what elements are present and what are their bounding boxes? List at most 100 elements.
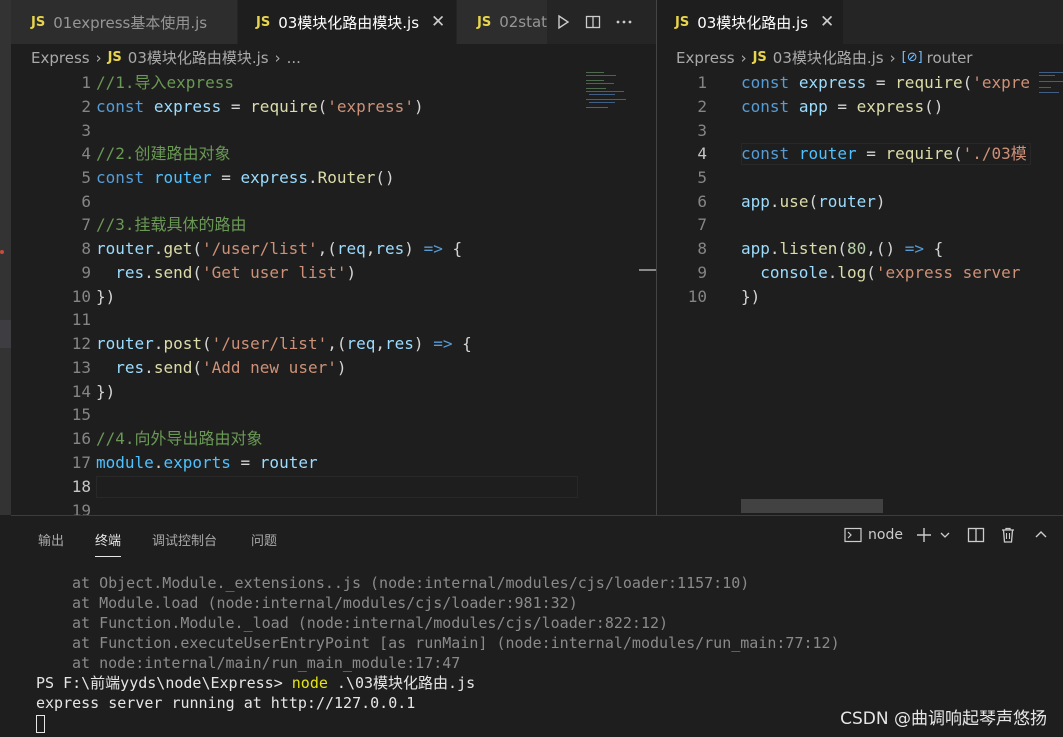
line-number: 5	[81, 168, 91, 187]
terminal-command: node	[291, 674, 328, 692]
code-line: router.get('/user/list',(req,res) => {	[96, 239, 463, 258]
variable-symbol-icon: [⊘]	[901, 50, 923, 65]
tab-label: 03模块化路由.js	[697, 13, 809, 32]
code-comment: //3.挂载具体的路由	[96, 215, 247, 234]
chevron-right-icon: ›	[889, 48, 896, 67]
terminal-line: at Function.Module._load (node:internal/…	[72, 614, 669, 632]
terminal-output: express server running at http://127.0.0…	[36, 694, 416, 712]
left-tab-bar: JS 01express基本使用.js JS 03模块化路由模块.js ✕ JS…	[11, 0, 656, 44]
js-file-icon: JS	[477, 14, 492, 30]
breadcrumb-more[interactable]: ...	[287, 49, 301, 67]
code-line: res.send('Get user list')	[115, 263, 357, 282]
line-number: 17	[71, 453, 91, 472]
terminal-icon	[844, 527, 862, 543]
add-terminal-icon[interactable]	[915, 526, 933, 544]
tab-02stat[interactable]: JS 02stat	[457, 0, 557, 44]
chevron-down-icon[interactable]	[939, 529, 951, 541]
line-number: 4	[697, 144, 707, 163]
right-breadcrumb: Express › JS 03模块化路由.js › [⊘] router	[657, 44, 1063, 71]
activity-bar	[0, 0, 11, 515]
js-file-icon: JS	[752, 50, 767, 65]
code-comment: //4.向外导出路由对象	[96, 429, 263, 448]
js-file-icon: JS	[256, 14, 271, 30]
code-line: })	[741, 287, 761, 306]
line-number: 9	[81, 263, 91, 282]
line-number: 1	[697, 73, 707, 92]
line-number: 16	[71, 429, 91, 448]
shell-label: node	[868, 527, 903, 543]
horizontal-scrollbar[interactable]	[741, 499, 883, 513]
line-number: 1	[81, 73, 91, 92]
minimap[interactable]	[1039, 71, 1063, 96]
panel-tab-problems[interactable]: 问题	[251, 530, 277, 549]
line-number: 15	[71, 405, 91, 424]
watermark: CSDN @曲调响起琴声悠扬	[840, 709, 1047, 729]
split-terminal-icon[interactable]	[967, 526, 985, 544]
chevron-up-icon[interactable]	[1033, 527, 1049, 543]
minimap[interactable]	[586, 71, 641, 111]
terminal-input[interactable]	[36, 713, 45, 733]
line-number: 2	[81, 97, 91, 116]
terminal-line: at node:internal/main/run_main_module:17…	[72, 654, 461, 672]
code-comment: //1.导入express	[96, 73, 234, 92]
line-number: 6	[697, 192, 707, 211]
line-number: 3	[81, 121, 91, 140]
line-number: 10	[687, 287, 707, 306]
tab-label: 03模块化路由模块.js	[278, 13, 420, 32]
right-tab-bar: JS 03模块化路由.js ✕	[657, 0, 1063, 44]
close-icon[interactable]: ✕	[431, 12, 445, 32]
split-editor-icon[interactable]	[585, 14, 601, 30]
js-file-icon: JS	[31, 14, 46, 30]
run-icon[interactable]	[555, 14, 571, 30]
chevron-right-icon: ›	[274, 48, 281, 67]
code-line: const express = require('express')	[96, 97, 424, 116]
tab-01express[interactable]: JS 01express基本使用.js	[11, 0, 237, 44]
breadcrumb-file[interactable]: 03模块化路由.js	[773, 47, 884, 68]
code-line: })	[96, 287, 116, 306]
terminal-line: at Object.Module._extensions..js (node:i…	[72, 574, 750, 592]
line-number: 19	[71, 501, 91, 515]
code-line: app.listen(80,() => {	[741, 239, 944, 258]
tab-03-router[interactable]: JS 03模块化路由.js ✕	[657, 0, 843, 44]
terminal-cursor	[36, 714, 45, 733]
line-number: 8	[697, 239, 707, 258]
line-number: 3	[697, 121, 707, 140]
code-line: const express = require('expre	[741, 73, 1031, 92]
terminal-command-arg: .\03模块化路由.js	[327, 674, 476, 692]
chevron-right-icon: ›	[95, 48, 102, 67]
more-actions-icon[interactable]	[615, 14, 633, 30]
trash-icon[interactable]	[999, 526, 1017, 544]
line-number: 11	[71, 310, 91, 329]
breadcrumb-file[interactable]: 03模块化路由模块.js	[128, 47, 269, 68]
terminal-prompt: PS F:\前端yyds\node\Express>	[36, 674, 292, 692]
breadcrumb-folder[interactable]: Express	[31, 49, 90, 67]
terminal-toolbar: node	[844, 526, 1049, 544]
panel-tab-debug-console[interactable]: 调试控制台	[152, 530, 217, 549]
close-icon[interactable]: ✕	[820, 12, 834, 32]
terminal-shell-selector[interactable]: node	[844, 527, 903, 543]
activity-item[interactable]	[0, 320, 11, 348]
line-number: 10	[71, 287, 91, 306]
right-code-editor[interactable]: 1 const express = require('expre 2 const a…	[657, 71, 1063, 515]
line-number: 18	[71, 477, 91, 496]
line-number: 7	[697, 215, 707, 234]
code-line: router.post('/user/list',(req,res) => {	[96, 334, 472, 353]
panel-tab-output[interactable]: 输出	[38, 530, 64, 549]
code-line: const router = require('./03模	[741, 144, 1027, 163]
breadcrumb-symbol[interactable]: router	[927, 49, 973, 67]
tab-label: 01express基本使用.js	[53, 13, 208, 32]
tab-label: 02stat	[499, 13, 548, 31]
chevron-right-icon: ›	[740, 48, 747, 67]
left-code-editor[interactable]: 1 //1.导入express 2 const express = require(…	[11, 71, 656, 515]
line-number: 12	[71, 334, 91, 353]
line-number: 6	[81, 192, 91, 211]
panel-tab-terminal[interactable]: 终端	[95, 530, 122, 557]
line-number: 4	[81, 144, 91, 163]
breadcrumb-folder[interactable]: Express	[676, 49, 735, 67]
code-line: })	[96, 382, 116, 401]
line-number: 9	[697, 263, 707, 282]
code-line: const app = express()	[741, 97, 944, 116]
terminal-panel: 输出 终端 调试控制台 问题 node at Object.Module._ex…	[11, 515, 1063, 737]
line-number: 14	[71, 382, 91, 401]
tab-03-router-module[interactable]: JS 03模块化路由模块.js ✕	[238, 0, 456, 44]
